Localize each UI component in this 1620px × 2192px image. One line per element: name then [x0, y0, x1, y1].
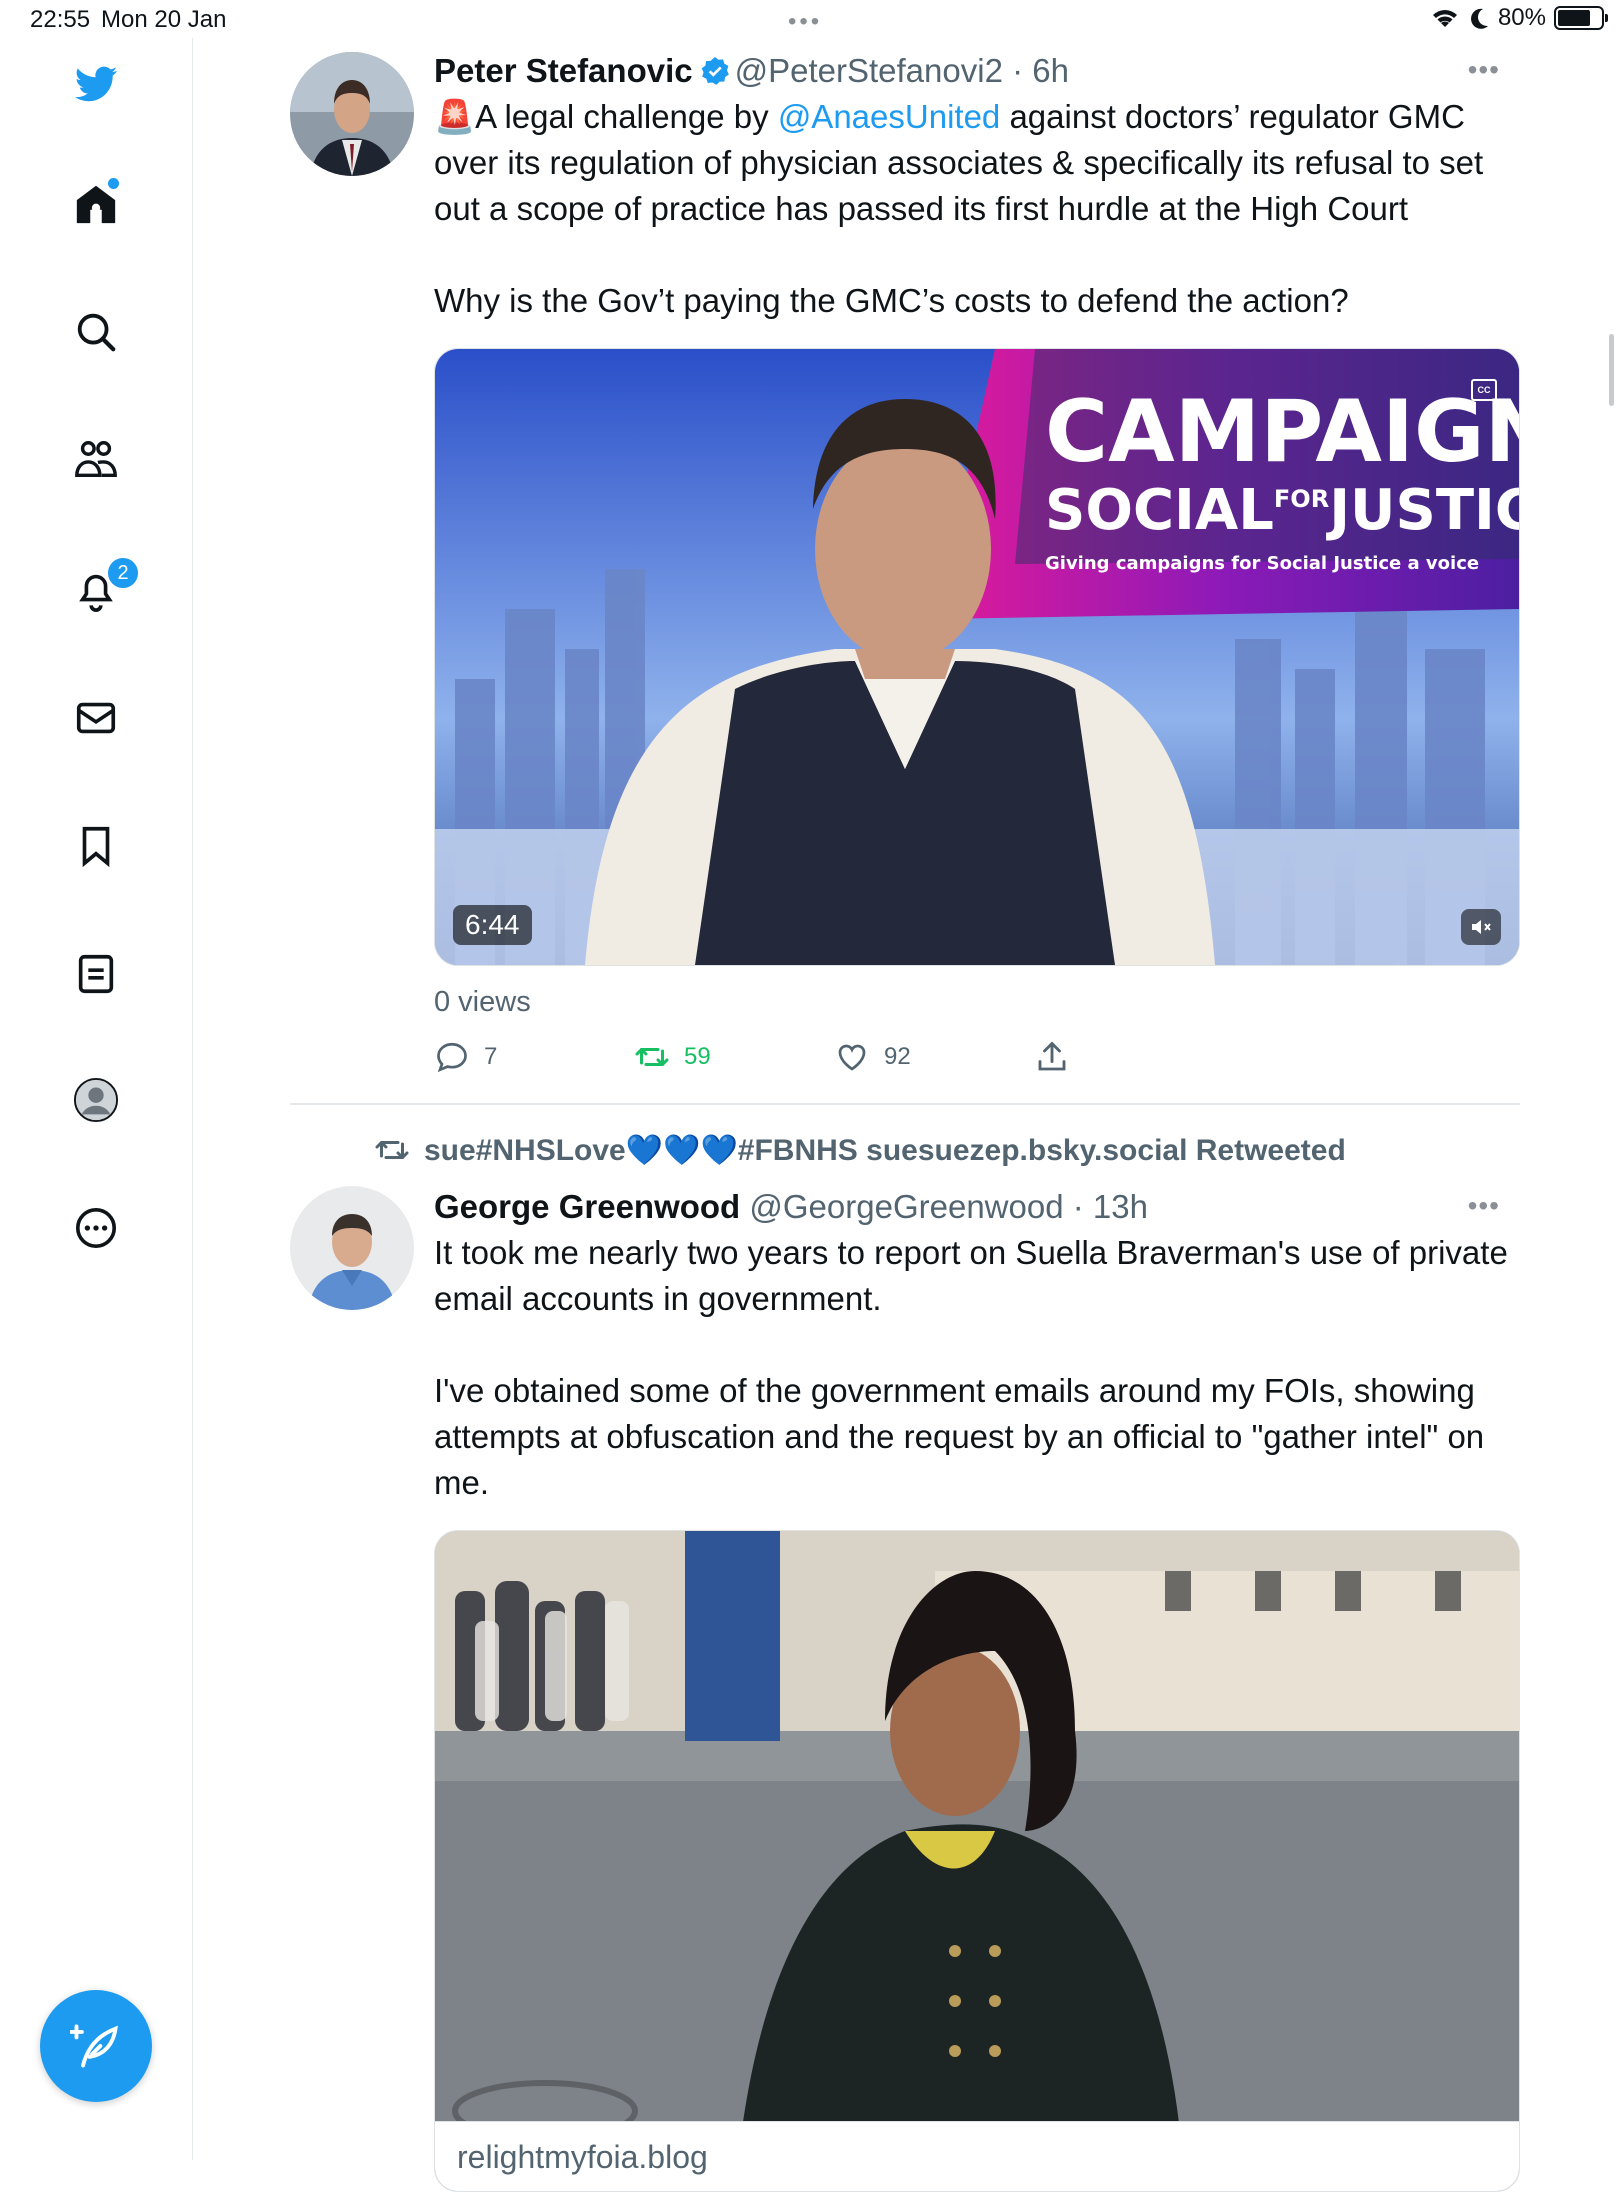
- tweet-more-icon[interactable]: •••: [1468, 1190, 1500, 1222]
- mute-icon[interactable]: [1461, 909, 1501, 945]
- separator-dot: ·: [1063, 1188, 1093, 1225]
- author-name[interactable]: Peter Stefanovic: [434, 52, 693, 89]
- communities-icon[interactable]: [70, 434, 122, 486]
- video-duration: 6:44: [453, 905, 532, 945]
- status-bar: 22:55 Mon 20 Jan ••• 80%: [0, 0, 1620, 38]
- search-icon[interactable]: [70, 306, 122, 358]
- retweeted-by-text[interactable]: sue#NHSLove💙💙💙#FBNHS suesuezep.bsky.soci…: [424, 1133, 1346, 1168]
- twitter-bird-icon[interactable]: [70, 58, 122, 110]
- share-button[interactable]: [1034, 1039, 1070, 1075]
- author-handle[interactable]: @PeterStefanovi2: [735, 52, 1003, 89]
- closed-captions-icon[interactable]: CC: [1471, 379, 1497, 401]
- home-icon[interactable]: [70, 178, 122, 230]
- scrollbar-thumb[interactable]: [1609, 334, 1614, 406]
- messages-envelope-icon[interactable]: [70, 692, 122, 744]
- video-overlay-justice: JUSTICE: [1325, 478, 1520, 543]
- link-card-image: [435, 1531, 1519, 2191]
- video-thumbnail: CAMPAIGN SOCIALFORJUSTICE Giving campaig…: [435, 349, 1520, 965]
- tweet-actions: 7 59 92: [434, 1039, 1520, 1099]
- retweet-icon: [635, 1048, 669, 1066]
- link-card[interactable]: relightmyfoia.blog: [434, 1530, 1520, 2192]
- compose-tweet-button[interactable]: [40, 1990, 152, 2102]
- heart-icon: [838, 1044, 866, 1071]
- tweet-header: Peter Stefanovic @PeterStefanovi2 · 6h: [434, 50, 1520, 92]
- tweet-text-paragraph: Why is the Gov’t paying the GMC’s costs …: [434, 282, 1349, 319]
- reply-count: 7: [484, 1043, 498, 1070]
- video-overlay-for: FOR: [1274, 485, 1329, 513]
- tweet-text-paragraph: I've obtained some of the government ema…: [434, 1372, 1485, 1501]
- tweet-text-paragraph: It took me nearly two years to report on…: [434, 1234, 1508, 1317]
- tweet-more-icon[interactable]: •••: [1468, 54, 1500, 86]
- view-count: 0 views: [434, 986, 531, 1018]
- battery-icon: [1554, 6, 1608, 30]
- like-button[interactable]: 92: [834, 1039, 911, 1075]
- lists-icon[interactable]: [70, 948, 122, 1000]
- bookmark-icon[interactable]: [70, 820, 122, 872]
- tweet-text-part: 🚨A legal challenge by: [434, 98, 778, 135]
- avatar[interactable]: [290, 52, 414, 176]
- more-circle-icon[interactable]: [70, 1202, 122, 1254]
- battery-percent: 80%: [1497, 4, 1546, 31]
- tweet-divider: [290, 1103, 1520, 1105]
- retweet-button[interactable]: 59: [634, 1039, 711, 1075]
- retweet-icon: [375, 1141, 409, 1159]
- reply-button[interactable]: 7: [434, 1039, 497, 1075]
- tweet-body: George Greenwood @GeorgeGreenwood · 13h …: [434, 1186, 1520, 2192]
- verified-badge-icon: [701, 57, 729, 85]
- tweet-text: 🚨A legal challenge by @AnaesUnited again…: [434, 94, 1520, 324]
- notifications-bell-icon[interactable]: 2: [70, 556, 140, 616]
- wifi-icon: [1432, 10, 1457, 28]
- separator-dot: ·: [1002, 52, 1033, 89]
- link-card-domain[interactable]: relightmyfoia.blog: [435, 2121, 1519, 2191]
- author-name[interactable]: George Greenwood: [434, 1188, 740, 1225]
- author-handle[interactable]: @GeorgeGreenwood: [749, 1188, 1063, 1225]
- retweet-count: 59: [684, 1043, 711, 1070]
- video-overlay-tagline: Giving campaigns for Social Justice a vo…: [1045, 553, 1479, 574]
- tweet-time[interactable]: 13h: [1093, 1188, 1148, 1225]
- compose-feather-icon: [70, 2024, 118, 2068]
- sidebar: 2: [0, 38, 193, 2160]
- multitasking-dots-icon[interactable]: •••: [788, 8, 822, 36]
- status-time: 22:55: [30, 6, 91, 33]
- reply-icon: [437, 1042, 467, 1073]
- home-unread-dot: [108, 178, 119, 189]
- profile-avatar-icon[interactable]: [70, 1074, 122, 1126]
- tweet-body: Peter Stefanovic @PeterStefanovi2 · 6h ••…: [434, 50, 1520, 1099]
- notifications-badge: 2: [106, 556, 140, 590]
- tweet-time[interactable]: 6h: [1032, 52, 1069, 89]
- avatar[interactable]: [290, 1186, 414, 1310]
- video-player[interactable]: CAMPAIGN SOCIALFORJUSTICE Giving campaig…: [434, 348, 1520, 966]
- status-right: 80%: [1430, 4, 1608, 32]
- tweet-text: It took me nearly two years to report on…: [434, 1230, 1520, 1506]
- status-date: Mon 20 Jan: [101, 6, 227, 33]
- tweet-header: George Greenwood @GeorgeGreenwood · 13h: [434, 1186, 1520, 1228]
- share-icon: [1038, 1041, 1066, 1071]
- moon-icon: [1471, 8, 1488, 29]
- video-overlay-social: SOCIAL: [1045, 478, 1274, 543]
- mention-link[interactable]: @AnaesUnited: [778, 98, 1000, 135]
- retweeted-by-line[interactable]: sue#NHSLove💙💙💙#FBNHS suesuezep.bsky.soci…: [374, 1132, 1346, 1168]
- video-overlay-title: CAMPAIGN: [1045, 382, 1520, 482]
- like-count: 92: [884, 1043, 911, 1070]
